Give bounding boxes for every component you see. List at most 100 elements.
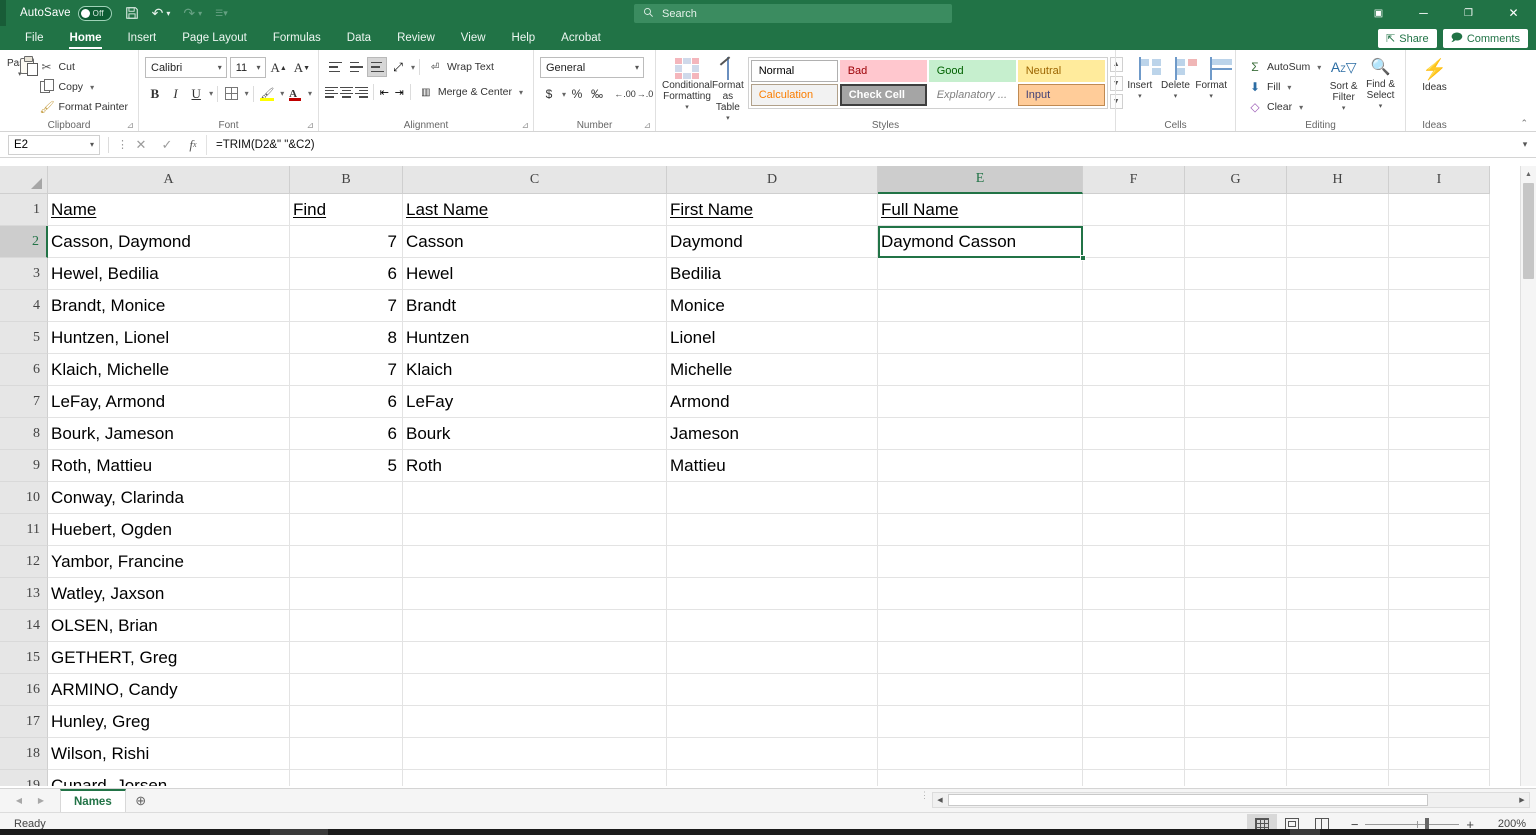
row-header-5[interactable]: 5 [0, 322, 48, 354]
column-header-a[interactable]: A [48, 166, 290, 194]
cell-D15[interactable] [667, 642, 878, 674]
number-format-combo[interactable]: General ▾ [540, 57, 644, 78]
cell-A9[interactable]: Roth, Mattieu [48, 450, 290, 482]
horizontal-scroll-thumb[interactable] [948, 794, 1428, 806]
cell-H7[interactable] [1287, 386, 1389, 418]
cell-H9[interactable] [1287, 450, 1389, 482]
scroll-right-icon[interactable]: ▶ [1515, 793, 1529, 807]
cell-I2[interactable] [1389, 226, 1490, 258]
cell-F2[interactable] [1083, 226, 1185, 258]
cell-I11[interactable] [1389, 514, 1490, 546]
cell-F15[interactable] [1083, 642, 1185, 674]
cell-A6[interactable]: Klaich, Michelle [48, 354, 290, 386]
cell-D2[interactable]: Daymond [667, 226, 878, 258]
cell-E2[interactable]: Daymond Casson [878, 226, 1083, 258]
cell-C18[interactable] [403, 738, 667, 770]
style-explanatory[interactable]: Explanatory ... [928, 84, 1016, 106]
cell-F8[interactable] [1083, 418, 1185, 450]
cell-H6[interactable] [1287, 354, 1389, 386]
cell-I13[interactable] [1389, 578, 1490, 610]
fill-caret-icon[interactable]: ▾ [1287, 83, 1291, 92]
cell-G13[interactable] [1185, 578, 1287, 610]
cell-H10[interactable] [1287, 482, 1389, 514]
cell-A5[interactable]: Huntzen, Lionel [48, 322, 290, 354]
row-header-13[interactable]: 13 [0, 578, 48, 610]
tab-formulas[interactable]: Formulas [260, 26, 334, 50]
decrease-decimal-button[interactable]: →.0 [636, 84, 654, 104]
restore-icon[interactable]: ❐ [1446, 0, 1491, 26]
accounting-format-button[interactable]: $ [540, 84, 558, 104]
cell-F12[interactable] [1083, 546, 1185, 578]
cell-F14[interactable] [1083, 610, 1185, 642]
font-color-button[interactable]: A [285, 83, 305, 104]
customize-quick-access-icon[interactable]: ☰▾ [215, 0, 228, 26]
column-header-d[interactable]: D [667, 166, 878, 194]
cell-I7[interactable] [1389, 386, 1490, 418]
cell-D10[interactable] [667, 482, 878, 514]
cell-C2[interactable]: Casson [403, 226, 667, 258]
cell-H15[interactable] [1287, 642, 1389, 674]
cell-C4[interactable]: Brandt [403, 290, 667, 322]
cell-A2[interactable]: Casson, Daymond [48, 226, 290, 258]
cell-A14[interactable]: OLSEN, Brian [48, 610, 290, 642]
cell-I16[interactable] [1389, 674, 1490, 706]
cell-F17[interactable] [1083, 706, 1185, 738]
cell-F7[interactable] [1083, 386, 1185, 418]
cell-D7[interactable]: Armond [667, 386, 878, 418]
cell-F9[interactable] [1083, 450, 1185, 482]
align-center-button[interactable] [340, 82, 354, 102]
cell-A12[interactable]: Yambor, Francine [48, 546, 290, 578]
font-dialog-launcher[interactable]: ⊿ [306, 120, 314, 131]
cell-E17[interactable] [878, 706, 1083, 738]
cell-A8[interactable]: Bourk, Jameson [48, 418, 290, 450]
cell-I3[interactable] [1389, 258, 1490, 290]
cell-C16[interactable] [403, 674, 667, 706]
cell-I14[interactable] [1389, 610, 1490, 642]
share-button[interactable]: ⇱ Share [1378, 29, 1437, 48]
delete-cells-caret-icon[interactable]: ▾ [1174, 92, 1178, 100]
alignment-dialog-launcher[interactable]: ⊿ [521, 120, 529, 131]
format-painter-button[interactable]: 🖌 Format Painter [36, 98, 132, 116]
scroll-up-icon[interactable]: ▲ [1521, 166, 1536, 182]
tab-acrobat[interactable]: Acrobat [548, 26, 614, 50]
cell-D14[interactable] [667, 610, 878, 642]
cell-F11[interactable] [1083, 514, 1185, 546]
collapse-ribbon-icon[interactable]: ⌃ [1520, 118, 1528, 129]
clear-button[interactable]: ◇ Clear ▾ [1244, 98, 1325, 116]
cell-B7[interactable]: 6 [290, 386, 403, 418]
cell-H14[interactable] [1287, 610, 1389, 642]
row-header-12[interactable]: 12 [0, 546, 48, 578]
column-header-b[interactable]: B [290, 166, 403, 194]
cell-I8[interactable] [1389, 418, 1490, 450]
fill-color-caret-icon[interactable]: ▾ [280, 89, 284, 98]
cell-H11[interactable] [1287, 514, 1389, 546]
redo-icon[interactable]: ↷ ▾ [183, 0, 202, 26]
column-header-c[interactable]: C [403, 166, 667, 194]
cell-E15[interactable] [878, 642, 1083, 674]
expand-formula-bar-icon[interactable]: ▾ [1514, 139, 1536, 150]
cell-A16[interactable]: ARMINO, Candy [48, 674, 290, 706]
cell-I5[interactable] [1389, 322, 1490, 354]
clear-caret-icon[interactable]: ▾ [1299, 103, 1303, 112]
cell-A1[interactable]: Name [48, 194, 290, 226]
cell-G10[interactable] [1185, 482, 1287, 514]
cell-G6[interactable] [1185, 354, 1287, 386]
cell-G19[interactable] [1185, 770, 1287, 786]
column-header-i[interactable]: I [1389, 166, 1490, 194]
cell-D19[interactable] [667, 770, 878, 786]
row-header-1[interactable]: 1 [0, 194, 48, 226]
cell-I1[interactable] [1389, 194, 1490, 226]
row-header-17[interactable]: 17 [0, 706, 48, 738]
cell-H1[interactable] [1287, 194, 1389, 226]
column-header-g[interactable]: G [1185, 166, 1287, 194]
cell-B9[interactable]: 5 [290, 450, 403, 482]
cell-A17[interactable]: Hunley, Greg [48, 706, 290, 738]
increase-font-size-button[interactable]: A ▲ [269, 57, 289, 78]
add-sheet-icon[interactable]: ⊕ [126, 790, 156, 812]
cell-I15[interactable] [1389, 642, 1490, 674]
cell-I10[interactable] [1389, 482, 1490, 514]
cell-H2[interactable] [1287, 226, 1389, 258]
cell-A3[interactable]: Hewel, Bedilia [48, 258, 290, 290]
close-icon[interactable]: ✕ [1491, 0, 1536, 26]
name-box[interactable]: E2 ▾ [8, 134, 100, 155]
